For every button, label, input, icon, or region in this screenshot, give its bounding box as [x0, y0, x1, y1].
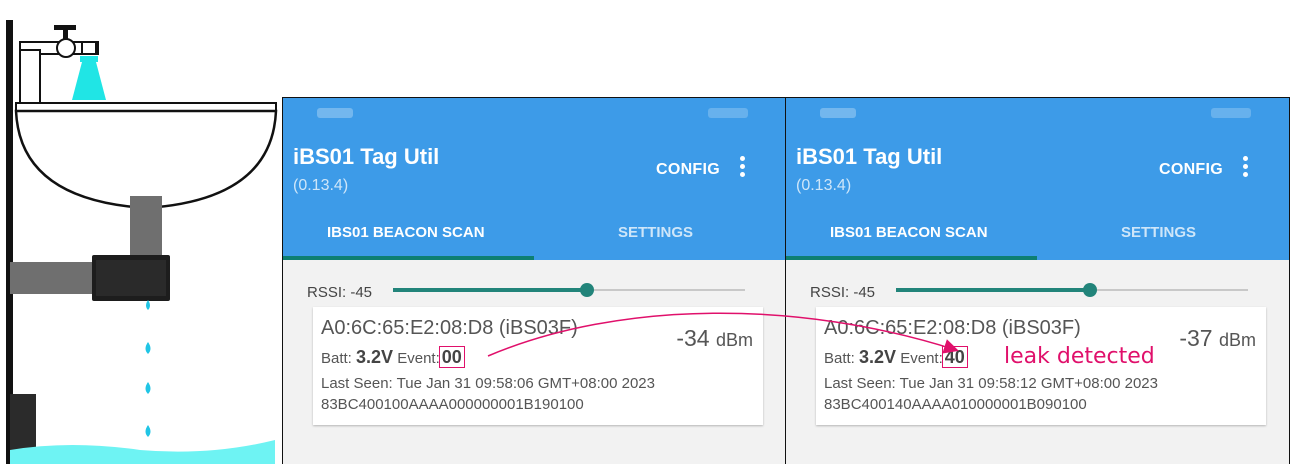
- tab-indicator: [786, 256, 1037, 260]
- sink-leak-illustration: [6, 20, 278, 464]
- rssi-slider-fill: [896, 288, 1090, 292]
- water-drop: [145, 342, 151, 354]
- batt-label: Batt:: [824, 350, 855, 367]
- faucet-valve: [56, 38, 76, 58]
- tab-beacon-scan[interactable]: IBS01 BEACON SCAN: [830, 224, 988, 241]
- water-drop: [145, 382, 151, 394]
- sink-basin: [14, 109, 278, 210]
- event-value: 00: [438, 346, 465, 368]
- tab-settings[interactable]: SETTINGS: [618, 224, 693, 241]
- config-button[interactable]: CONFIG: [1159, 161, 1223, 179]
- leak-detected-label: leak detected: [1004, 344, 1155, 369]
- rssi-value: -37: [1179, 325, 1213, 351]
- drain-pipe-vertical: [130, 196, 162, 262]
- batt-value: 3.2V: [859, 347, 897, 367]
- more-vert-icon[interactable]: [740, 156, 746, 178]
- raw-payload: 83BC400100AAAA000000001B190100: [321, 396, 584, 413]
- app-screen-after: iBS01 Tag Util (0.13.4) CONFIG IBS01 BEA…: [785, 97, 1290, 464]
- more-vert-icon[interactable]: [1243, 156, 1249, 178]
- event-value: 40: [941, 346, 968, 368]
- water-puddle: [10, 440, 275, 464]
- tab-indicator: [283, 256, 534, 260]
- rssi-label: RSSI: -45: [810, 284, 876, 301]
- rssi-unit: dBm: [1218, 330, 1256, 350]
- app-bar: iBS01 Tag Util (0.13.4) CONFIG IBS01 BEA…: [283, 98, 786, 260]
- water-stream: [72, 62, 106, 100]
- rssi-slider-thumb[interactable]: [1082, 283, 1097, 297]
- batt-label: Batt:: [321, 350, 352, 367]
- rssi-value: -34: [676, 325, 710, 351]
- beacon-card[interactable]: A0:6C:65:E2:08:D8 (iBS03F) -34 dBm Batt:…: [313, 307, 763, 425]
- status-bar: [303, 106, 786, 124]
- event-label: Event:: [900, 350, 943, 367]
- device-name: A0:6C:65:E2:08:D8 (iBS03F): [824, 317, 1081, 339]
- app-screen-before: iBS01 Tag Util (0.13.4) CONFIG IBS01 BEA…: [282, 97, 787, 464]
- app-version: (0.13.4): [293, 177, 349, 194]
- last-seen: Last Seen: Tue Jan 31 09:58:12 GMT+08:00…: [824, 375, 1158, 392]
- device-name: A0:6C:65:E2:08:D8 (iBS03F): [321, 317, 578, 339]
- rssi-label: RSSI: -45: [307, 284, 373, 301]
- batt-value: 3.2V: [356, 347, 394, 367]
- rssi-slider[interactable]: [896, 283, 1248, 297]
- faucet-stem: [19, 49, 41, 106]
- status-bar: [806, 106, 1289, 124]
- tab-beacon-scan[interactable]: IBS01 BEACON SCAN: [327, 224, 485, 241]
- device-rssi: -37 dBm: [1179, 325, 1256, 352]
- tab-settings[interactable]: SETTINGS: [1121, 224, 1196, 241]
- device-rssi: -34 dBm: [676, 325, 753, 352]
- water-drop: [145, 425, 151, 437]
- app-bar: iBS01 Tag Util (0.13.4) CONFIG IBS01 BEA…: [786, 98, 1289, 260]
- rssi-slider-fill: [393, 288, 587, 292]
- drain-pipe-horizontal: [10, 262, 100, 294]
- battery-event-row: Batt: 3.2V Event: 40: [824, 346, 968, 368]
- water-drop: [146, 300, 150, 310]
- battery-event-row: Batt: 3.2V Event: 00: [321, 346, 465, 368]
- rssi-slider[interactable]: [393, 283, 745, 297]
- rssi-slider-thumb[interactable]: [579, 283, 594, 297]
- app-version: (0.13.4): [796, 177, 852, 194]
- event-label: Event:: [397, 350, 440, 367]
- raw-payload: 83BC400140AAAA010000001B090100: [824, 396, 1087, 413]
- app-title: iBS01 Tag Util: [796, 144, 943, 169]
- rssi-unit: dBm: [715, 330, 753, 350]
- last-seen: Last Seen: Tue Jan 31 09:58:06 GMT+08:00…: [321, 375, 655, 392]
- config-button[interactable]: CONFIG: [656, 161, 720, 179]
- app-title: iBS01 Tag Util: [293, 144, 440, 169]
